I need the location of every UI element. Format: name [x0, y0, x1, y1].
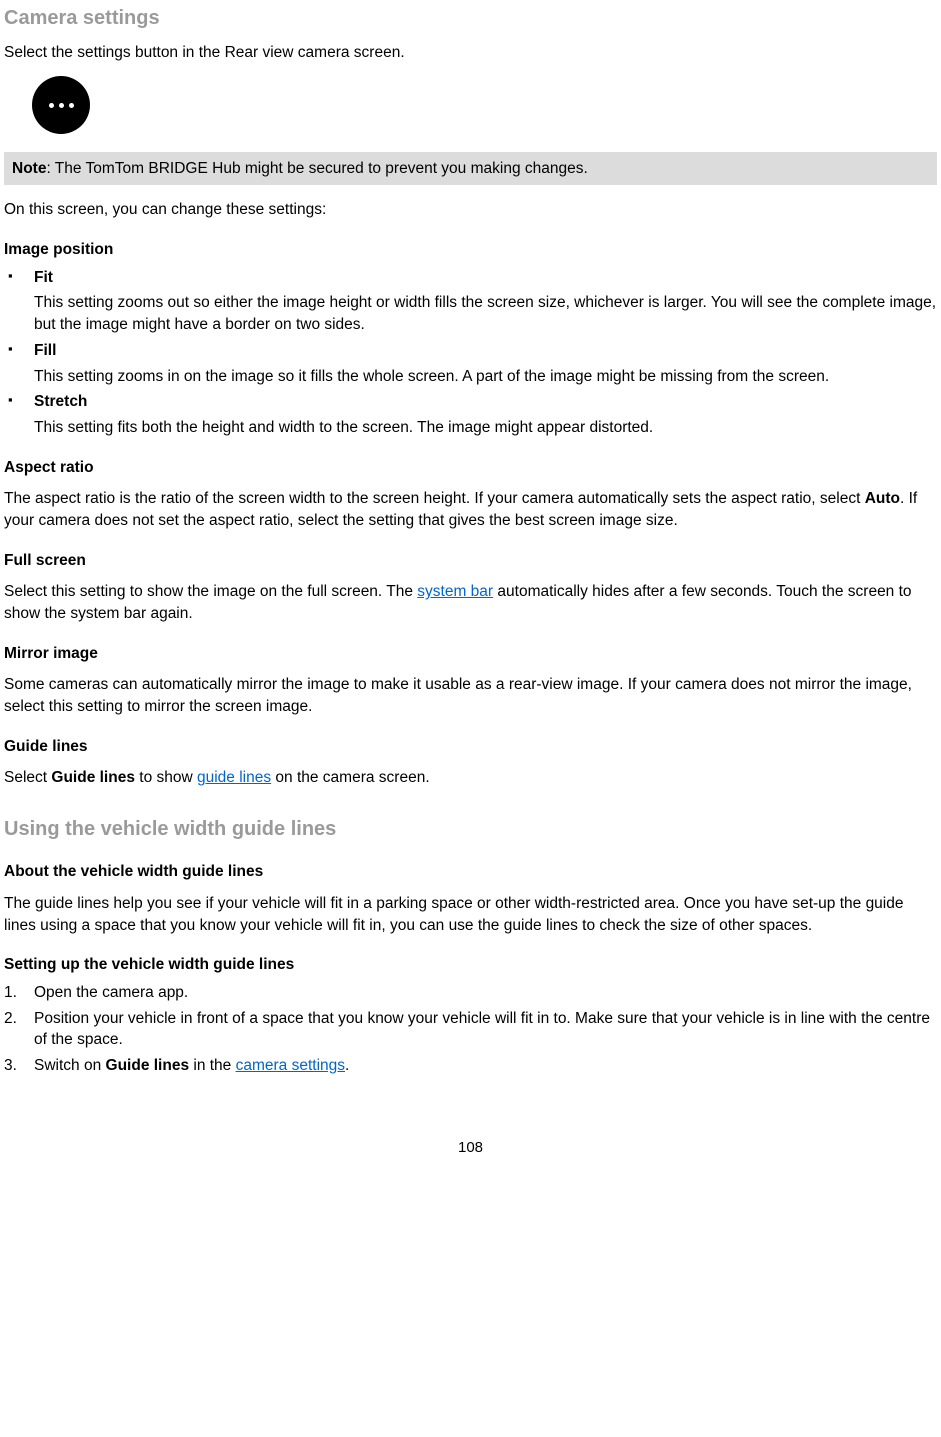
bold-guide-lines: Guide lines [51, 769, 135, 786]
step-item: Open the camera app. [4, 982, 937, 1004]
step-text: Position your vehicle in front of a spac… [34, 1010, 930, 1049]
lead-text: On this screen, you can change these set… [4, 199, 937, 221]
aspect-ratio-text: The aspect ratio is the ratio of the scr… [4, 488, 937, 531]
bold-auto: Auto [865, 490, 900, 507]
note-label: Note [12, 160, 46, 177]
text-span: Select [4, 769, 51, 786]
text-span: on the camera screen. [271, 769, 430, 786]
heading-about-guide-lines: About the vehicle width guide lines [4, 861, 937, 883]
intro-text: Select the settings button in the Rear v… [4, 42, 937, 64]
item-desc: This setting zooms out so either the ima… [34, 292, 937, 335]
note-text: : The TomTom BRIDGE Hub might be secured… [46, 160, 587, 177]
page-number: 108 [4, 1137, 937, 1158]
settings-dots-icon [32, 76, 90, 134]
image-position-list: Fit This setting zooms out so either the… [4, 267, 937, 439]
item-title-fit: Fit [34, 267, 937, 289]
text-span: Select this setting to show the image on… [4, 583, 417, 600]
setup-steps: Open the camera app. Position your vehic… [4, 982, 937, 1077]
note-box: Note: The TomTom BRIDGE Hub might be sec… [4, 152, 937, 186]
step-text: Open the camera app. [34, 984, 188, 1001]
list-item: Fill This setting zooms in on the image … [4, 340, 937, 387]
about-text: The guide lines help you see if your veh… [4, 893, 937, 936]
full-screen-text: Select this setting to show the image on… [4, 581, 937, 624]
text-span: The aspect ratio is the ratio of the scr… [4, 490, 865, 507]
bold-guide-lines-step: Guide lines [106, 1057, 190, 1074]
list-item: Stretch This setting fits both the heigh… [4, 391, 937, 438]
heading-mirror-image: Mirror image [4, 643, 937, 665]
link-system-bar[interactable]: system bar [417, 583, 493, 600]
step-item: Switch on Guide lines in the camera sett… [4, 1055, 937, 1077]
text-span: in the [189, 1057, 236, 1074]
text-span: Switch on [34, 1057, 106, 1074]
item-desc: This setting zooms in on the image so it… [34, 366, 937, 388]
item-desc: This setting fits both the height and wi… [34, 417, 937, 439]
text-span: to show [135, 769, 197, 786]
heading-aspect-ratio: Aspect ratio [4, 457, 937, 479]
step-item: Position your vehicle in front of a spac… [4, 1008, 937, 1051]
item-title-stretch: Stretch [34, 391, 937, 413]
heading-guide-lines: Guide lines [4, 736, 937, 758]
section-title-using-guide-lines: Using the vehicle width guide lines [4, 815, 937, 843]
list-item: Fit This setting zooms out so either the… [4, 267, 937, 336]
item-title-fill: Fill [34, 340, 937, 362]
mirror-text: Some cameras can automatically mirror th… [4, 674, 937, 717]
heading-setup-guide-lines: Setting up the vehicle width guide lines [4, 954, 937, 976]
guide-lines-text: Select Guide lines to show guide lines o… [4, 767, 937, 789]
heading-full-screen: Full screen [4, 550, 937, 572]
link-camera-settings[interactable]: camera settings [236, 1057, 345, 1074]
link-guide-lines[interactable]: guide lines [197, 769, 271, 786]
section-title-camera-settings: Camera settings [4, 4, 937, 32]
heading-image-position: Image position [4, 239, 937, 261]
text-span: . [345, 1057, 349, 1074]
